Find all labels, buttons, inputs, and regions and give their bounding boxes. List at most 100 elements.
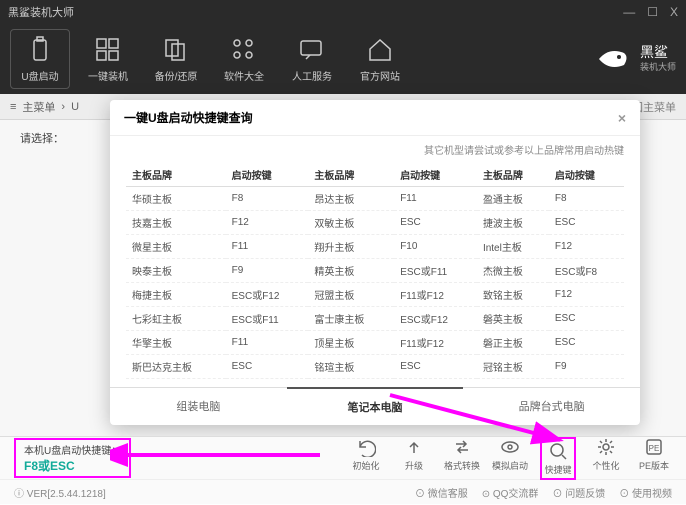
table-cell: F12 [549,235,624,259]
gear-icon [596,437,616,457]
table-cell: F12 [226,211,309,235]
table-cell: F11 [394,187,477,211]
table-cell: 杰微主板 [477,259,549,283]
table-row: 微星主板F11翔升主板F10Intel主板F12 [126,235,624,259]
table-cell: F8 [549,187,624,211]
footer-tool-refresh[interactable]: 初始化 [348,437,384,480]
footer-link[interactable]: ⊙ 问题反馈 [552,485,605,500]
table-header: 启动按键 [226,163,309,187]
up-icon [404,437,424,457]
table-cell: ESC [226,355,309,379]
table-cell: ESC [549,211,624,235]
toolbar-label: 官方网站 [360,68,400,83]
table-cell: 技嘉主板 [126,211,226,235]
toolbar-label: U盘启动 [21,68,58,83]
table-cell: F11 [226,331,309,355]
swap-icon [452,437,472,457]
toolbar-label: 备份/还原 [155,68,198,83]
footer-tool-gear[interactable]: 个性化 [588,437,624,480]
footer-tool-label: 快捷键 [544,463,571,476]
toolbar-usb[interactable]: U盘启动 [10,29,70,89]
table-cell: ESC或F8 [549,259,624,283]
table-cell: 昂达主板 [308,187,394,211]
modal-title: 一键U盘启动快捷键查询 [124,109,253,126]
table-cell: 微星主板 [126,235,226,259]
windows-icon [94,36,122,64]
table-header: 启动按键 [394,163,477,187]
table-cell: ESC或F12 [394,307,477,331]
close-button[interactable]: X [670,5,678,19]
table-cell: F11或F12 [394,283,477,307]
footer-tool-eye[interactable]: 模拟启动 [492,437,528,480]
copy-icon [162,36,190,64]
table-row: 华擎主板F11顶星主板F11或F12磐正主板ESC [126,331,624,355]
table-cell: 精英主板 [308,259,394,283]
table-cell: F8 [226,187,309,211]
table-cell: 顶星主板 [308,331,394,355]
toolbar-home[interactable]: 官方网站 [350,29,410,89]
table-row: 七彩虹主板ESC或F11富士康主板ESC或F12磐英主板ESC [126,307,624,331]
footer-link[interactable]: ⊙ QQ交流群 [482,485,539,500]
table-cell: 铭瑄主板 [308,355,394,379]
table-cell: 冠铭主板 [477,355,549,379]
table-cell: 盈通主板 [477,187,549,211]
usb-icon [26,36,54,64]
svg-text:PE: PE [649,444,660,453]
table-cell: ESC [394,355,477,379]
table-cell: Intel主板 [477,235,549,259]
table-header: 主板品牌 [126,163,226,187]
modal-close-button[interactable]: × [618,110,626,126]
table-header: 主板品牌 [308,163,394,187]
toolbar-chat[interactable]: 人工服务 [282,29,342,89]
pe-icon: PE [644,437,664,457]
modal-tab[interactable]: 组装电脑 [110,388,287,425]
table-cell: ESC或F11 [394,259,477,283]
footer-tool-search[interactable]: 快捷键 [540,437,576,480]
table-row: 斯巴达克主板ESC铭瑄主板ESC冠铭主板F9 [126,355,624,379]
hotkey-modal: 一键U盘启动快捷键查询 × 其它机型请尝试或参考以上品牌常用启动热键 主板品牌启… [110,100,640,425]
table-cell: 七彩虹主板 [126,307,226,331]
grid-icon [230,36,258,64]
table-cell: 斯巴达克主板 [126,355,226,379]
hotkey-table: 主板品牌启动按键主板品牌启动按键主板品牌启动按键 华硕主板F8昂达主板F11盈通… [126,163,624,379]
table-row: 华硕主板F8昂达主板F11盈通主板F8 [126,187,624,211]
table-cell: F11或F12 [394,331,477,355]
table-cell: F9 [226,259,309,283]
table-cell: ESC [549,307,624,331]
toolbar-windows[interactable]: 一键装机 [78,29,138,89]
modal-tab[interactable]: 品牌台式电脑 [463,388,640,425]
table-row: 映泰主板F9精英主板ESC或F11杰微主板ESC或F8 [126,259,624,283]
table-cell: 双敏主板 [308,211,394,235]
footer-link[interactable]: ⊙ 使用视频 [619,485,672,500]
app-logo: 黑鲨装机大师 [594,43,676,75]
minimize-button[interactable]: — [623,5,635,19]
table-cell: 捷波主板 [477,211,549,235]
footer-tool-label: 个性化 [592,459,619,472]
table-cell: 梅捷主板 [126,283,226,307]
table-cell: F11 [226,235,309,259]
table-cell: ESC或F12 [226,283,309,307]
chat-icon [298,36,326,64]
maximize-button[interactable]: ☐ [647,5,658,19]
footer-tool-up[interactable]: 升级 [396,437,432,480]
eye-icon [500,437,520,457]
footer-tool-label: 模拟启动 [492,459,528,472]
table-cell: F10 [394,235,477,259]
table-cell: 华硕主板 [126,187,226,211]
footer-tool-label: 格式转换 [444,459,480,472]
table-cell: 磐英主板 [477,307,549,331]
hotkey-value: F8或ESC [24,457,121,474]
home-icon [366,36,394,64]
footer-link[interactable]: ⊙ 微信客服 [415,485,468,500]
toolbar-grid[interactable]: 软件大全 [214,29,274,89]
toolbar-copy[interactable]: 备份/还原 [146,29,206,89]
table-cell: ESC [394,211,477,235]
toolbar-label: 一键装机 [88,68,128,83]
local-hotkey-box: 本机U盘启动快捷键： F8或ESC [14,438,131,478]
footer-tool-swap[interactable]: 格式转换 [444,437,480,480]
table-cell: 富士康主板 [308,307,394,331]
footer-tool-pe[interactable]: PEPE版本 [636,437,672,480]
table-cell: 映泰主板 [126,259,226,283]
table-cell: 致铭主板 [477,283,549,307]
modal-tab[interactable]: 笔记本电脑 [287,387,464,425]
